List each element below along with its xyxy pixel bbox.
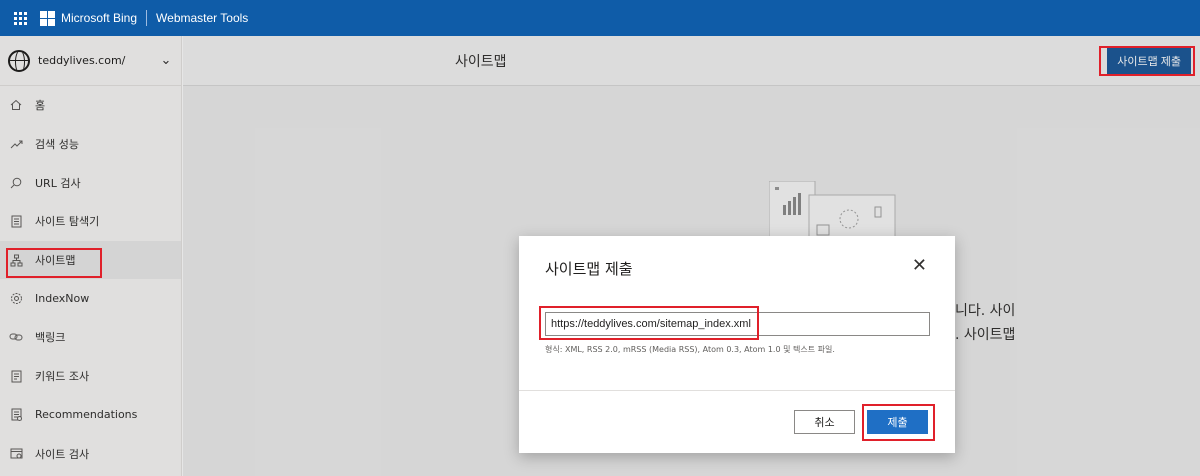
top-bar: Microsoft Bing Webmaster Tools [0,0,1200,36]
close-icon[interactable]: ✕ [912,257,927,275]
app-launcher-icon[interactable] [0,0,40,36]
brand-divider [146,10,148,26]
brand-name[interactable]: Microsoft Bing [61,11,137,25]
format-help-text: 형식: XML, RSS 2.0, mRSS (Media RSS), Atom… [545,345,835,354]
submit-button[interactable]: 제출 [867,410,928,434]
sitemap-url-input[interactable] [545,312,930,336]
cancel-button[interactable]: 취소 [794,410,855,434]
submit-sitemap-dialog: 사이트맵 제출 ✕ 형식: XML, RSS 2.0, mRSS (Media … [519,236,955,453]
dialog-divider [519,390,955,391]
microsoft-logo-icon [40,10,55,26]
product-name[interactable]: Webmaster Tools [156,11,248,25]
dialog-title: 사이트맵 제출 [545,260,633,278]
